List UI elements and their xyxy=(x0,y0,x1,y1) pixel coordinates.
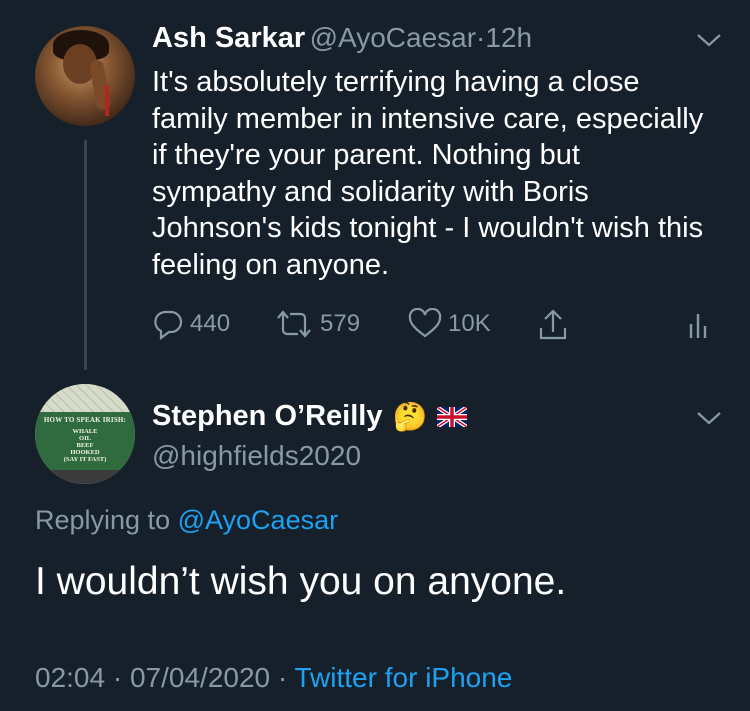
sign-line: WHALE xyxy=(72,428,98,435)
sign-line: BEEF xyxy=(76,442,94,449)
sign-line: OIL xyxy=(79,435,91,442)
avatar-ash-sarkar[interactable] xyxy=(35,26,135,126)
share-icon xyxy=(539,309,567,340)
meta-separator: · xyxy=(112,662,123,693)
reply-author-name[interactable]: Stephen O’Reilly xyxy=(152,400,382,433)
tweet-source[interactable]: Twitter for iPhone xyxy=(295,662,513,693)
tweet-date[interactable]: 07/04/2020 xyxy=(130,662,270,693)
author-handle[interactable]: @AyoCaesar xyxy=(310,22,476,53)
reply-text: I wouldn’t wish you on anyone. xyxy=(35,560,567,603)
sign-line: HOW TO SPEAK IRISH: xyxy=(43,416,127,424)
sign-line: (SAY IT FAST) xyxy=(63,456,107,463)
tweet-header: Ash Sarkar @AyoCaesar·12h xyxy=(152,22,532,55)
reply-action[interactable]: 440 xyxy=(152,308,230,340)
tweet-age[interactable]: 12h xyxy=(485,22,532,53)
header-separator: · xyxy=(476,22,486,53)
share-action[interactable] xyxy=(537,308,569,342)
analytics-icon xyxy=(689,314,707,338)
chevron-down-icon[interactable] xyxy=(696,410,722,426)
reply-author-handle[interactable]: @highfields2020 xyxy=(152,440,361,472)
reply-header: Stephen O’Reilly 🤔 xyxy=(152,400,468,433)
author-name[interactable]: Ash Sarkar xyxy=(152,22,305,54)
thinking-emoji-icon: 🤔 xyxy=(392,400,428,432)
tweet-text: It's absolutely terrifying having a clos… xyxy=(152,66,704,281)
uk-flag-icon xyxy=(437,406,468,427)
tweet-time[interactable]: 02:04 xyxy=(35,662,105,693)
tweet-meta: 02:04 · 07/04/2020 · Twitter for iPhone xyxy=(35,662,512,694)
analytics-action[interactable] xyxy=(688,308,710,340)
thread-connector-line xyxy=(84,140,87,370)
retweet-action[interactable]: 579 xyxy=(274,308,360,340)
tweet-actions: 440 579 10K xyxy=(152,308,712,342)
replying-prefix: Replying to xyxy=(35,505,171,535)
avatar-sign: HOW TO SPEAK IRISH: WHALE OIL BEEF HOOKE… xyxy=(35,412,135,470)
chevron-down-icon[interactable] xyxy=(696,32,722,48)
retweet-icon xyxy=(277,310,311,338)
retweet-count: 579 xyxy=(320,310,361,337)
like-count: 10K xyxy=(448,310,491,337)
reply-icon xyxy=(154,310,183,340)
replying-to: Replying to @AyoCaesar xyxy=(35,505,338,536)
reply-count: 440 xyxy=(190,310,231,337)
like-action[interactable]: 10K xyxy=(408,308,491,340)
sign-line: HOOKED xyxy=(70,449,100,456)
replying-to-handle[interactable]: @AyoCaesar xyxy=(178,505,338,535)
heart-icon xyxy=(408,308,442,338)
avatar-stephen-oreilly[interactable]: HOW TO SPEAK IRISH: WHALE OIL BEEF HOOKE… xyxy=(35,384,135,484)
meta-separator: · xyxy=(277,662,288,693)
